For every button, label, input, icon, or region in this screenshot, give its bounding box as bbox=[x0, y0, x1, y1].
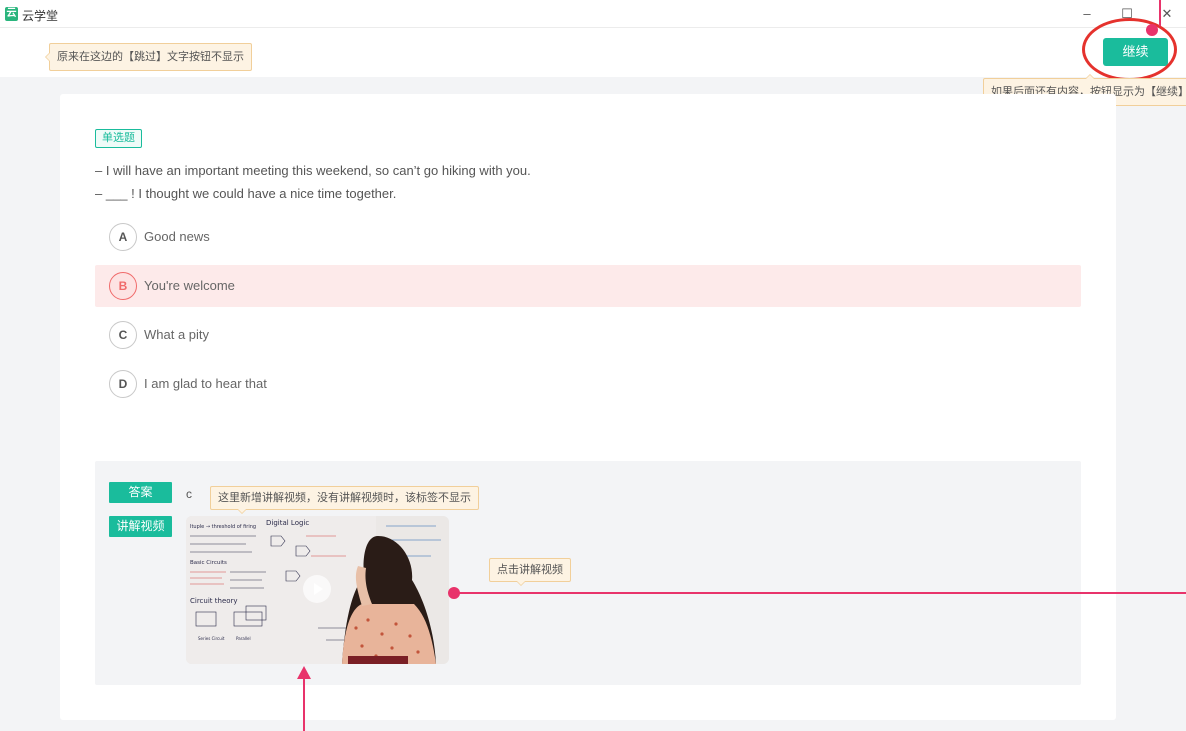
app-logo-icon: 云 bbox=[5, 7, 18, 21]
annotation-line-video bbox=[454, 592, 1186, 594]
question-line-2: – ___ ! I thought we could have a nice t… bbox=[95, 186, 397, 201]
option-text: Good news bbox=[144, 229, 210, 244]
question-type-badge: 单选题 bbox=[95, 129, 142, 148]
video-click-note-tooltip: 点击讲解视频 bbox=[489, 558, 571, 586]
skip-note-tooltip: 原来在这边的【跳过】文字按钮不显示 bbox=[45, 43, 252, 71]
whiteboard-text-e: Series Circuit bbox=[198, 636, 225, 641]
option-text: You're welcome bbox=[144, 278, 235, 293]
minimize-button[interactable]: – bbox=[1074, 4, 1100, 24]
whiteboard-text-c: Basic Circuits bbox=[190, 560, 227, 566]
option-letter: B bbox=[109, 272, 137, 300]
annotation-line-bottom bbox=[303, 678, 305, 731]
option-d[interactable]: D I am glad to hear that bbox=[95, 363, 1081, 405]
option-letter: C bbox=[109, 321, 137, 349]
video-label: 讲解视频 bbox=[109, 516, 172, 537]
annotation-dot-top bbox=[1146, 24, 1158, 36]
option-c[interactable]: C What a pity bbox=[95, 314, 1081, 356]
whiteboard-text-a: Ituple → threshold of firing bbox=[190, 524, 256, 530]
app-title: 云学堂 bbox=[22, 9, 59, 23]
whiteboard-text-b: Digital Logic bbox=[266, 519, 309, 527]
option-text: I am glad to hear that bbox=[144, 376, 267, 391]
video-tag-note-tooltip: 这里新增讲解视频，没有讲解视频时，该标签不显示 bbox=[210, 486, 479, 514]
title-bar: 云 云学堂 – ☐ ✕ bbox=[0, 0, 1186, 28]
question-line-1: – I will have an important meeting this … bbox=[95, 163, 531, 178]
option-a[interactable]: A Good news bbox=[95, 216, 1081, 258]
play-icon[interactable] bbox=[303, 575, 331, 603]
option-letter: A bbox=[109, 223, 137, 251]
annotation-circle bbox=[1082, 18, 1177, 81]
close-button[interactable]: ✕ bbox=[1154, 4, 1180, 24]
annotation-line-top bbox=[1159, 0, 1161, 26]
option-b-selected-wrong[interactable]: B You're welcome bbox=[95, 265, 1081, 307]
whiteboard-text-d: Circuit theory bbox=[190, 597, 238, 605]
whiteboard-text-f: Parallel bbox=[236, 636, 251, 641]
option-letter: D bbox=[109, 370, 137, 398]
answer-value: c bbox=[186, 487, 192, 501]
answer-label: 答案 bbox=[109, 482, 172, 503]
option-text: What a pity bbox=[144, 327, 210, 342]
